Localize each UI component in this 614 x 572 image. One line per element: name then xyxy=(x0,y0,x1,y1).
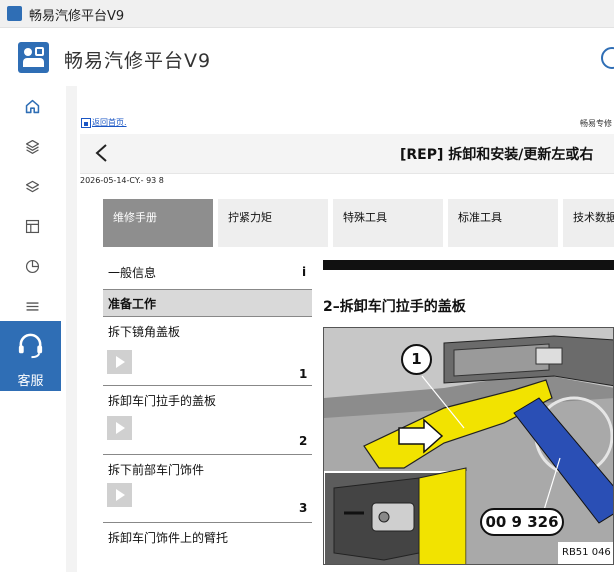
app-icon xyxy=(7,6,22,21)
section-divider xyxy=(323,260,614,270)
sidebar-item-chart[interactable] xyxy=(0,246,66,286)
toc-step-4[interactable]: 拆卸车门饰件上的臂托 xyxy=(103,523,312,553)
tab-special-tools[interactable]: 特殊工具 xyxy=(333,199,443,247)
sidebar-item-stack[interactable] xyxy=(0,166,66,206)
toc-step-1[interactable]: 拆下镜角盖板 1 xyxy=(103,317,312,385)
toc-preparation[interactable]: 准备工作 xyxy=(103,290,312,316)
sidebar-item-layers[interactable] xyxy=(0,126,66,166)
help-icon[interactable] xyxy=(601,47,614,69)
procedure-illustration: 1 00 9 326 RB51 046 xyxy=(323,327,614,565)
pie-chart-icon xyxy=(25,259,40,273)
callout-1: 1 xyxy=(401,344,432,375)
special-tool-number: 00 9 326 xyxy=(480,508,564,536)
toc-general-info[interactable]: 一般信息 i xyxy=(103,259,312,289)
figure-code: RB51 046 xyxy=(558,542,613,564)
tab-technical-data[interactable]: 技术数据 xyxy=(563,199,614,247)
section-title: 2–拆卸车门拉手的盖板 xyxy=(323,299,466,315)
customer-service-label: 客服 xyxy=(17,374,44,389)
tab-torque[interactable]: 拧紧力矩 xyxy=(218,199,328,247)
window-title: 畅易汽修平台V9 xyxy=(29,9,125,24)
door-handle-drawing xyxy=(324,328,613,564)
home-icon xyxy=(25,99,40,113)
headset-icon xyxy=(18,333,43,359)
home-link-icon xyxy=(81,117,91,128)
app-header: 畅易汽修平台V9 xyxy=(0,28,614,86)
window-titlebar: 畅易汽修平台V9 xyxy=(0,0,614,28)
menu-icon xyxy=(26,301,39,311)
sidebar: 客服 xyxy=(0,86,66,572)
tab-repair-manual[interactable]: 维修手册 xyxy=(103,199,213,247)
home-link[interactable]: 返回首页. xyxy=(81,117,127,128)
layers-icon xyxy=(25,139,40,154)
customer-service-button[interactable]: 客服 xyxy=(0,321,61,391)
play-video-icon[interactable] xyxy=(107,483,132,507)
brand-label: 畅易专修 xyxy=(580,119,612,128)
toc-step-3[interactable]: 拆下前部车门饰件 3 xyxy=(103,455,312,523)
app-logo xyxy=(18,42,49,73)
layout-icon xyxy=(25,219,40,233)
toc-step-2[interactable]: 拆卸车门拉手的盖板 2 xyxy=(103,386,312,454)
sidebar-item-menu[interactable] xyxy=(0,286,66,326)
sidebar-item-home[interactable] xyxy=(0,86,66,126)
tab-standard-tools[interactable]: 标准工具 xyxy=(448,199,558,247)
document-date: 2026-05-14-CY.- 93 8 xyxy=(80,176,164,185)
play-video-icon[interactable] xyxy=(107,350,132,374)
document-title: [REP] 拆卸和安装/更新左或右 xyxy=(400,147,594,163)
content-area: 返回首页. 畅易专修 [REP] 拆卸和安装/更新左或右 2026-05-14-… xyxy=(66,86,614,572)
back-chevron-icon[interactable] xyxy=(92,142,112,164)
stack-icon xyxy=(25,180,40,192)
sidebar-item-layout[interactable] xyxy=(0,206,66,246)
app-title: 畅易汽修平台V9 xyxy=(64,50,212,72)
play-video-icon[interactable] xyxy=(107,416,132,440)
document-titlebar: [REP] 拆卸和安装/更新左或右 xyxy=(80,134,614,174)
repair-document: 返回首页. 畅易专修 [REP] 拆卸和安装/更新左或右 2026-05-14-… xyxy=(77,86,614,572)
info-icon: i xyxy=(302,265,307,279)
